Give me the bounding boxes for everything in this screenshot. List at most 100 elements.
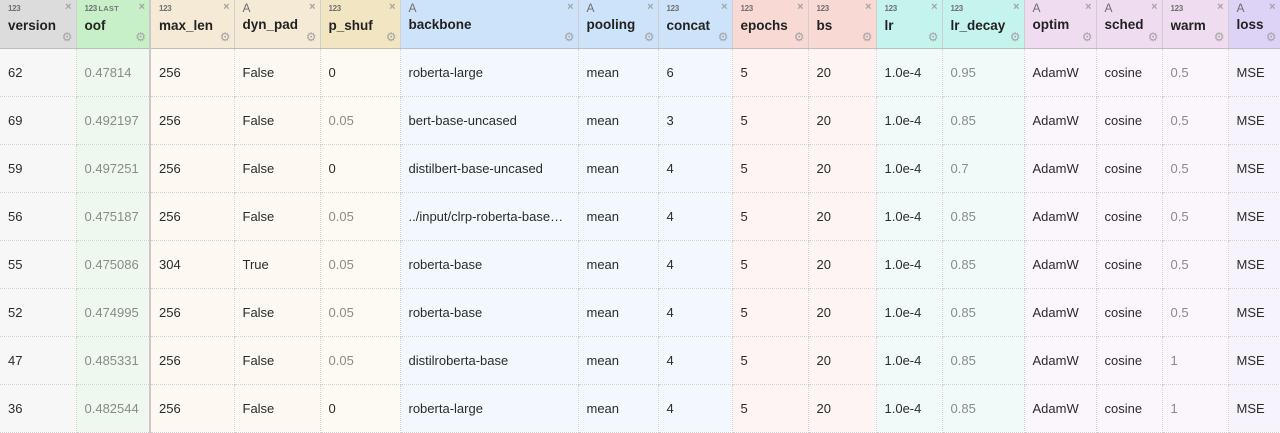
- table-row[interactable]: 69 0.492197 256 False 0.05 bert-base-uncased m…: [0, 96, 1280, 145]
- cell-p_shuf[interactable]: 0: [320, 48, 401, 97]
- cell-concat[interactable]: 4: [658, 384, 733, 433]
- gear-icon[interactable]: ⚙: [1148, 31, 1159, 43]
- cell-epochs[interactable]: 5: [732, 144, 809, 193]
- cell-concat[interactable]: 4: [658, 240, 733, 289]
- cell-concat[interactable]: 4: [658, 336, 733, 385]
- cell-sched[interactable]: cosine: [1096, 48, 1163, 97]
- cell-version[interactable]: 47: [0, 336, 77, 385]
- cell-dyn_pad[interactable]: False: [234, 384, 321, 433]
- column-header-concat[interactable]: 123 concat × ⚙: [658, 0, 733, 49]
- cell-lr[interactable]: 1.0e-4: [876, 192, 943, 241]
- cell-epochs[interactable]: 5: [732, 240, 809, 289]
- cell-oof[interactable]: 0.497251: [76, 144, 151, 193]
- cell-p_shuf[interactable]: 0.05: [320, 192, 401, 241]
- cell-lr_decay[interactable]: 0.85: [942, 336, 1025, 385]
- cell-bs[interactable]: 20: [808, 384, 877, 433]
- cell-bs[interactable]: 20: [808, 96, 877, 145]
- close-icon[interactable]: ×: [567, 2, 573, 13]
- cell-p_shuf[interactable]: 0.05: [320, 336, 401, 385]
- cell-lr_decay[interactable]: 0.85: [942, 288, 1025, 337]
- close-icon[interactable]: ×: [1269, 2, 1275, 13]
- cell-version[interactable]: 56: [0, 192, 77, 241]
- cell-bs[interactable]: 20: [808, 144, 877, 193]
- cell-dyn_pad[interactable]: False: [234, 192, 321, 241]
- cell-pooling[interactable]: mean: [578, 48, 659, 97]
- table-row[interactable]: 52 0.474995 256 False 0.05 roberta-base mean 4 5…: [0, 288, 1280, 337]
- cell-oof[interactable]: 0.485331: [76, 336, 151, 385]
- cell-oof[interactable]: 0.482544: [76, 384, 151, 433]
- cell-loss[interactable]: MSE: [1228, 144, 1280, 193]
- column-header-lr[interactable]: 123 lr × ⚙: [876, 0, 943, 49]
- cell-pooling[interactable]: mean: [578, 336, 659, 385]
- cell-epochs[interactable]: 5: [732, 48, 809, 97]
- cell-warm[interactable]: 0.5: [1162, 240, 1229, 289]
- cell-pooling[interactable]: mean: [578, 288, 659, 337]
- cell-backbone[interactable]: roberta-large: [400, 48, 579, 97]
- cell-optim[interactable]: AdamW: [1024, 144, 1097, 193]
- cell-optim[interactable]: AdamW: [1024, 288, 1097, 337]
- cell-lr_decay[interactable]: 0.85: [942, 96, 1025, 145]
- gear-icon[interactable]: ⚙: [1214, 31, 1225, 43]
- cell-backbone[interactable]: ../input/clrp-roberta-base…: [400, 192, 579, 241]
- cell-p_shuf[interactable]: 0.05: [320, 96, 401, 145]
- cell-sched[interactable]: cosine: [1096, 144, 1163, 193]
- close-icon[interactable]: ×: [1217, 2, 1223, 13]
- cell-dyn_pad[interactable]: False: [234, 336, 321, 385]
- cell-backbone[interactable]: roberta-large: [400, 384, 579, 433]
- close-icon[interactable]: ×: [309, 2, 315, 13]
- cell-epochs[interactable]: 5: [732, 336, 809, 385]
- cell-dyn_pad[interactable]: False: [234, 144, 321, 193]
- column-header-loss[interactable]: Aloss × ⚙: [1228, 0, 1280, 49]
- cell-warm[interactable]: 0.5: [1162, 96, 1229, 145]
- cell-pooling[interactable]: mean: [578, 144, 659, 193]
- gear-icon[interactable]: ⚙: [794, 31, 805, 43]
- cell-lr[interactable]: 1.0e-4: [876, 240, 943, 289]
- cell-optim[interactable]: AdamW: [1024, 192, 1097, 241]
- cell-bs[interactable]: 20: [808, 48, 877, 97]
- cell-dyn_pad[interactable]: False: [234, 96, 321, 145]
- cell-backbone[interactable]: distilroberta-base: [400, 336, 579, 385]
- cell-lr[interactable]: 1.0e-4: [876, 144, 943, 193]
- cell-concat[interactable]: 4: [658, 192, 733, 241]
- cell-dyn_pad[interactable]: False: [234, 288, 321, 337]
- gear-icon[interactable]: ⚙: [220, 31, 231, 43]
- cell-p_shuf[interactable]: 0.05: [320, 240, 401, 289]
- cell-max_len[interactable]: 256: [150, 384, 235, 433]
- cell-max_len[interactable]: 256: [150, 288, 235, 337]
- column-header-dyn_pad[interactable]: Adyn_pad × ⚙: [234, 0, 321, 49]
- cell-lr[interactable]: 1.0e-4: [876, 48, 943, 97]
- column-header-lr_decay[interactable]: 123 lr_decay × ⚙: [942, 0, 1025, 49]
- table-row[interactable]: 62 0.47814 256 False 0 roberta-large mean 6 5 20 1…: [0, 48, 1280, 97]
- cell-pooling[interactable]: mean: [578, 96, 659, 145]
- cell-lr_decay[interactable]: 0.85: [942, 192, 1025, 241]
- cell-lr_decay[interactable]: 0.7: [942, 144, 1025, 193]
- cell-sched[interactable]: cosine: [1096, 192, 1163, 241]
- cell-warm[interactable]: 0.5: [1162, 48, 1229, 97]
- cell-max_len[interactable]: 256: [150, 96, 235, 145]
- close-icon[interactable]: ×: [1151, 2, 1157, 13]
- cell-sched[interactable]: cosine: [1096, 96, 1163, 145]
- cell-max_len[interactable]: 304: [150, 240, 235, 289]
- cell-p_shuf[interactable]: 0.05: [320, 288, 401, 337]
- close-icon[interactable]: ×: [139, 2, 145, 13]
- close-icon[interactable]: ×: [797, 2, 803, 13]
- cell-max_len[interactable]: 256: [150, 336, 235, 385]
- cell-lr[interactable]: 1.0e-4: [876, 336, 943, 385]
- column-header-bs[interactable]: 123 bs × ⚙: [808, 0, 877, 49]
- cell-warm[interactable]: 0.5: [1162, 288, 1229, 337]
- cell-version[interactable]: 52: [0, 288, 77, 337]
- close-icon[interactable]: ×: [1013, 2, 1019, 13]
- gear-icon[interactable]: ⚙: [564, 31, 575, 43]
- cell-loss[interactable]: MSE: [1228, 384, 1280, 433]
- cell-p_shuf[interactable]: 0: [320, 144, 401, 193]
- gear-icon[interactable]: ⚙: [62, 31, 73, 43]
- cell-oof[interactable]: 0.47814: [76, 48, 151, 97]
- cell-optim[interactable]: AdamW: [1024, 48, 1097, 97]
- cell-backbone[interactable]: bert-base-uncased: [400, 96, 579, 145]
- column-header-warm[interactable]: 123 warm × ⚙: [1162, 0, 1229, 49]
- close-icon[interactable]: ×: [389, 2, 395, 13]
- cell-epochs[interactable]: 5: [732, 192, 809, 241]
- cell-dyn_pad[interactable]: False: [234, 48, 321, 97]
- column-header-version[interactable]: 123 version × ⚙: [0, 0, 77, 49]
- cell-epochs[interactable]: 5: [732, 96, 809, 145]
